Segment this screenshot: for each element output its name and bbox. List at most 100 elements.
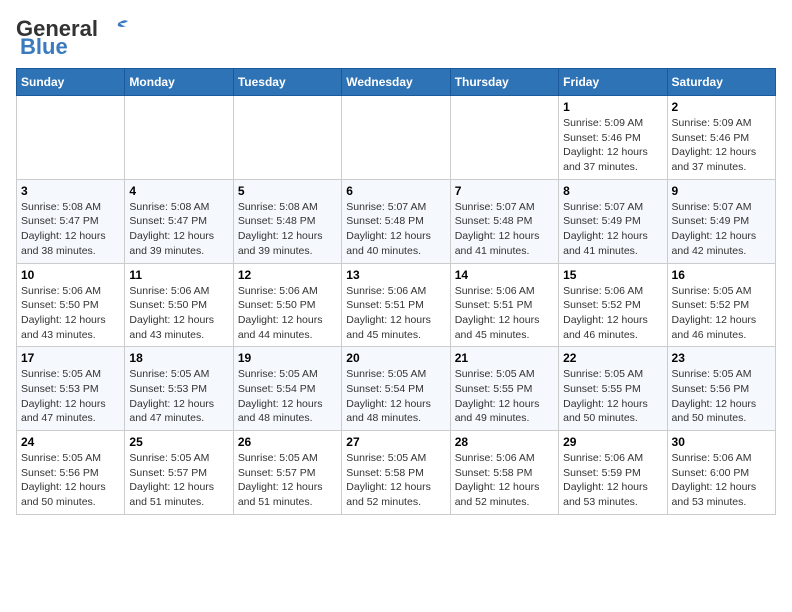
calendar-cell: 4 Sunrise: 5:08 AM Sunset: 5:47 PM Daylig… [125,179,233,263]
calendar-cell: 24Sunrise: 5:05 AM Sunset: 5:56 PM Dayli… [17,431,125,515]
weekday-header: Sunday [17,69,125,96]
calendar-cell: 9 Sunrise: 5:07 AM Sunset: 5:49 PM Daylig… [667,179,775,263]
calendar-cell: 12Sunrise: 5:06 AM Sunset: 5:50 PM Dayli… [233,263,341,347]
calendar-cell: 11 Sunrise: 5:06 AM Sunset: 5:50 PM Dayli… [125,263,233,347]
day-info: Sunrise: 5:06 AM Sunset: 5:59 PM Dayligh… [563,451,662,510]
calendar-week-row: 10 Sunrise: 5:06 AM Sunset: 5:50 PM Dayli… [17,263,776,347]
logo-blue: Blue [20,34,68,60]
weekday-header: Thursday [450,69,558,96]
day-number: 19 [238,351,337,365]
day-info: Sunrise: 5:06 AM Sunset: 5:51 PM Dayligh… [455,284,554,343]
day-number: 29 [563,435,662,449]
day-number: 13 [346,268,445,282]
day-info: Sunrise: 5:05 AM Sunset: 5:53 PM Dayligh… [129,367,228,426]
day-info: Sunrise: 5:05 AM Sunset: 5:56 PM Dayligh… [672,367,771,426]
day-number: 5 [238,184,337,198]
day-info: Sunrise: 5:08 AM Sunset: 5:48 PM Dayligh… [238,200,337,259]
day-info: Sunrise: 5:06 AM Sunset: 5:50 PM Dayligh… [21,284,120,343]
calendar-cell: 17Sunrise: 5:05 AM Sunset: 5:53 PM Dayli… [17,347,125,431]
calendar-week-row: 17Sunrise: 5:05 AM Sunset: 5:53 PM Dayli… [17,347,776,431]
day-number: 15 [563,268,662,282]
day-number: 21 [455,351,554,365]
day-info: Sunrise: 5:06 AM Sunset: 6:00 PM Dayligh… [672,451,771,510]
calendar-cell: 7 Sunrise: 5:07 AM Sunset: 5:48 PM Daylig… [450,179,558,263]
day-number: 30 [672,435,771,449]
day-info: Sunrise: 5:05 AM Sunset: 5:55 PM Dayligh… [455,367,554,426]
day-info: Sunrise: 5:05 AM Sunset: 5:58 PM Dayligh… [346,451,445,510]
logo: General Blue [16,16,130,60]
weekday-header: Wednesday [342,69,450,96]
day-number: 1 [563,100,662,114]
day-number: 28 [455,435,554,449]
calendar-cell: 1 Sunrise: 5:09 AM Sunset: 5:46 PM Daylig… [559,96,667,180]
calendar-cell: 20Sunrise: 5:05 AM Sunset: 5:54 PM Dayli… [342,347,450,431]
day-info: Sunrise: 5:05 AM Sunset: 5:55 PM Dayligh… [563,367,662,426]
day-info: Sunrise: 5:06 AM Sunset: 5:51 PM Dayligh… [346,284,445,343]
day-number: 18 [129,351,228,365]
day-info: Sunrise: 5:08 AM Sunset: 5:47 PM Dayligh… [129,200,228,259]
weekday-header: Friday [559,69,667,96]
day-info: Sunrise: 5:08 AM Sunset: 5:47 PM Dayligh… [21,200,120,259]
day-info: Sunrise: 5:05 AM Sunset: 5:54 PM Dayligh… [346,367,445,426]
calendar-cell: 16Sunrise: 5:05 AM Sunset: 5:52 PM Dayli… [667,263,775,347]
calendar-cell: 19 Sunrise: 5:05 AM Sunset: 5:54 PM Dayli… [233,347,341,431]
day-info: Sunrise: 5:07 AM Sunset: 5:49 PM Dayligh… [672,200,771,259]
day-number: 26 [238,435,337,449]
header: General Blue [16,16,776,60]
calendar-cell: 22 Sunrise: 5:05 AM Sunset: 5:55 PM Dayli… [559,347,667,431]
day-number: 23 [672,351,771,365]
calendar-cell [17,96,125,180]
calendar-cell: 15Sunrise: 5:06 AM Sunset: 5:52 PM Dayli… [559,263,667,347]
calendar-cell [233,96,341,180]
calendar-cell: 26 Sunrise: 5:05 AM Sunset: 5:57 PM Dayli… [233,431,341,515]
day-number: 4 [129,184,228,198]
weekday-header: Saturday [667,69,775,96]
calendar-cell: 21 Sunrise: 5:05 AM Sunset: 5:55 PM Dayli… [450,347,558,431]
day-info: Sunrise: 5:09 AM Sunset: 5:46 PM Dayligh… [563,116,662,175]
day-number: 3 [21,184,120,198]
calendar-week-row: 3 Sunrise: 5:08 AM Sunset: 5:47 PM Daylig… [17,179,776,263]
day-number: 11 [129,268,228,282]
calendar-cell: 10 Sunrise: 5:06 AM Sunset: 5:50 PM Dayli… [17,263,125,347]
day-number: 6 [346,184,445,198]
day-info: Sunrise: 5:07 AM Sunset: 5:48 PM Dayligh… [455,200,554,259]
day-info: Sunrise: 5:05 AM Sunset: 5:54 PM Dayligh… [238,367,337,426]
day-info: Sunrise: 5:05 AM Sunset: 5:53 PM Dayligh… [21,367,120,426]
logo-bird-icon [100,18,130,40]
calendar-week-row: 24Sunrise: 5:05 AM Sunset: 5:56 PM Dayli… [17,431,776,515]
calendar-cell: 28 Sunrise: 5:06 AM Sunset: 5:58 PM Dayli… [450,431,558,515]
day-number: 25 [129,435,228,449]
calendar-cell: 27 Sunrise: 5:05 AM Sunset: 5:58 PM Dayli… [342,431,450,515]
calendar-cell: 14Sunrise: 5:06 AM Sunset: 5:51 PM Dayli… [450,263,558,347]
calendar-cell: 18 Sunrise: 5:05 AM Sunset: 5:53 PM Dayli… [125,347,233,431]
day-number: 9 [672,184,771,198]
calendar-cell: 23 Sunrise: 5:05 AM Sunset: 5:56 PM Dayli… [667,347,775,431]
day-info: Sunrise: 5:07 AM Sunset: 5:49 PM Dayligh… [563,200,662,259]
calendar-header-row: SundayMondayTuesdayWednesdayThursdayFrid… [17,69,776,96]
day-number: 2 [672,100,771,114]
calendar-cell [450,96,558,180]
calendar-cell: 13 Sunrise: 5:06 AM Sunset: 5:51 PM Dayli… [342,263,450,347]
calendar-cell: 25Sunrise: 5:05 AM Sunset: 5:57 PM Dayli… [125,431,233,515]
day-info: Sunrise: 5:05 AM Sunset: 5:57 PM Dayligh… [238,451,337,510]
weekday-header: Tuesday [233,69,341,96]
day-info: Sunrise: 5:06 AM Sunset: 5:58 PM Dayligh… [455,451,554,510]
calendar-cell: 29 Sunrise: 5:06 AM Sunset: 5:59 PM Dayli… [559,431,667,515]
calendar-cell [125,96,233,180]
day-info: Sunrise: 5:09 AM Sunset: 5:46 PM Dayligh… [672,116,771,175]
day-number: 24 [21,435,120,449]
calendar-cell: 5 Sunrise: 5:08 AM Sunset: 5:48 PM Daylig… [233,179,341,263]
day-number: 7 [455,184,554,198]
day-number: 12 [238,268,337,282]
day-number: 8 [563,184,662,198]
day-info: Sunrise: 5:05 AM Sunset: 5:52 PM Dayligh… [672,284,771,343]
day-number: 22 [563,351,662,365]
calendar-cell: 8 Sunrise: 5:07 AM Sunset: 5:49 PM Daylig… [559,179,667,263]
day-number: 10 [21,268,120,282]
day-info: Sunrise: 5:06 AM Sunset: 5:50 PM Dayligh… [129,284,228,343]
calendar-cell: 30 Sunrise: 5:06 AM Sunset: 6:00 PM Dayli… [667,431,775,515]
day-info: Sunrise: 5:07 AM Sunset: 5:48 PM Dayligh… [346,200,445,259]
calendar-cell: 3 Sunrise: 5:08 AM Sunset: 5:47 PM Daylig… [17,179,125,263]
calendar-cell: 6 Sunrise: 5:07 AM Sunset: 5:48 PM Daylig… [342,179,450,263]
day-number: 27 [346,435,445,449]
